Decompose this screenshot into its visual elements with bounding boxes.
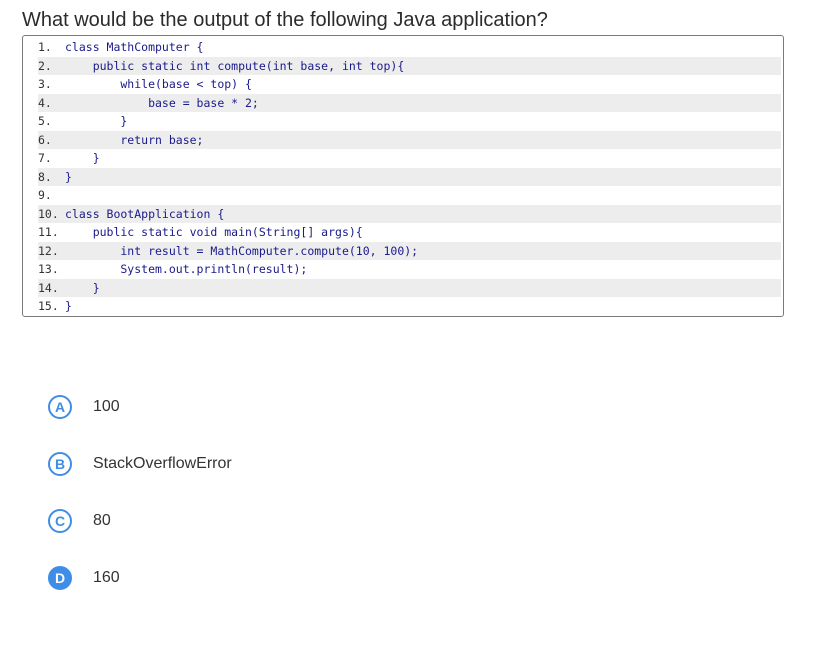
option-letter-badge[interactable]: A bbox=[48, 395, 72, 419]
line-number: 2. bbox=[38, 58, 52, 73]
line-number: 7. bbox=[38, 151, 52, 165]
option-letter-badge[interactable]: B bbox=[48, 452, 72, 476]
code-text: public static void main(String[] args){ bbox=[65, 225, 363, 239]
option-b[interactable]: B StackOverflowError bbox=[48, 452, 308, 476]
line-number: 3. bbox=[38, 77, 52, 91]
line-number: 4. bbox=[38, 95, 52, 110]
code-text: } bbox=[65, 280, 100, 295]
line-number: 15. bbox=[38, 299, 59, 313]
line-number: 1. bbox=[38, 40, 52, 54]
code-line: 11. public static void main(String[] arg… bbox=[38, 223, 781, 242]
code-text: } bbox=[65, 299, 72, 313]
code-line: 12. int result = MathComputer.compute(10… bbox=[38, 241, 781, 260]
code-line: 15.} bbox=[38, 297, 781, 316]
code-line: 13. System.out.println(result); bbox=[38, 260, 781, 279]
code-text: class BootApplication { bbox=[65, 206, 225, 221]
line-number: 9. bbox=[38, 188, 52, 202]
line-number: 8. bbox=[38, 169, 52, 184]
option-c[interactable]: C 80 bbox=[48, 509, 308, 533]
code-line: 1. class MathComputer { bbox=[38, 38, 781, 57]
code-text: } bbox=[65, 151, 100, 165]
code-line: 8.} bbox=[38, 167, 781, 186]
option-text: 100 bbox=[93, 398, 120, 415]
code-text: int result = MathComputer.compute(10, 10… bbox=[65, 243, 419, 258]
code-text: while(base < top) { bbox=[65, 77, 252, 91]
line-number: 6. bbox=[38, 132, 52, 147]
code-text: System.out.println(result); bbox=[65, 262, 308, 276]
code-line: 3. while(base < top) { bbox=[38, 75, 781, 94]
line-number: 11. bbox=[38, 225, 59, 239]
option-d[interactable]: D 160 bbox=[48, 566, 308, 590]
code-line: 6. return base; bbox=[38, 130, 781, 149]
code-line: 2. public static int compute(int base, i… bbox=[38, 56, 781, 75]
option-letter-badge[interactable]: C bbox=[48, 509, 72, 533]
line-number: 10. bbox=[38, 206, 59, 221]
code-line: 14. } bbox=[38, 278, 781, 297]
code-line: 4. base = base * 2; bbox=[38, 93, 781, 112]
question-text: What would be the output of the followin… bbox=[22, 9, 548, 31]
code-text: return base; bbox=[65, 132, 204, 147]
code-line: 10. class BootApplication { bbox=[38, 204, 781, 223]
option-text: StackOverflowError bbox=[93, 455, 232, 472]
code-text: base = base * 2; bbox=[65, 95, 259, 110]
line-number: 14. bbox=[38, 280, 59, 295]
line-number: 5. bbox=[38, 114, 52, 128]
code-line: 9. bbox=[38, 186, 781, 205]
code-text: public static int compute(int base, int … bbox=[65, 58, 405, 73]
code-text: } bbox=[65, 114, 128, 128]
option-text: 160 bbox=[93, 569, 120, 586]
code-line: 5. } bbox=[38, 112, 781, 131]
line-number: 12. bbox=[38, 243, 59, 258]
option-a[interactable]: A 100 bbox=[48, 395, 308, 419]
code-text: } bbox=[65, 169, 72, 184]
line-number: 13. bbox=[38, 262, 59, 276]
code-line: 7. } bbox=[38, 149, 781, 168]
option-letter-badge[interactable]: D bbox=[48, 566, 72, 590]
code-block: 1. class MathComputer { 2. public static i… bbox=[22, 35, 784, 317]
option-text: 80 bbox=[93, 512, 111, 529]
code-text: class MathComputer { bbox=[65, 40, 204, 54]
